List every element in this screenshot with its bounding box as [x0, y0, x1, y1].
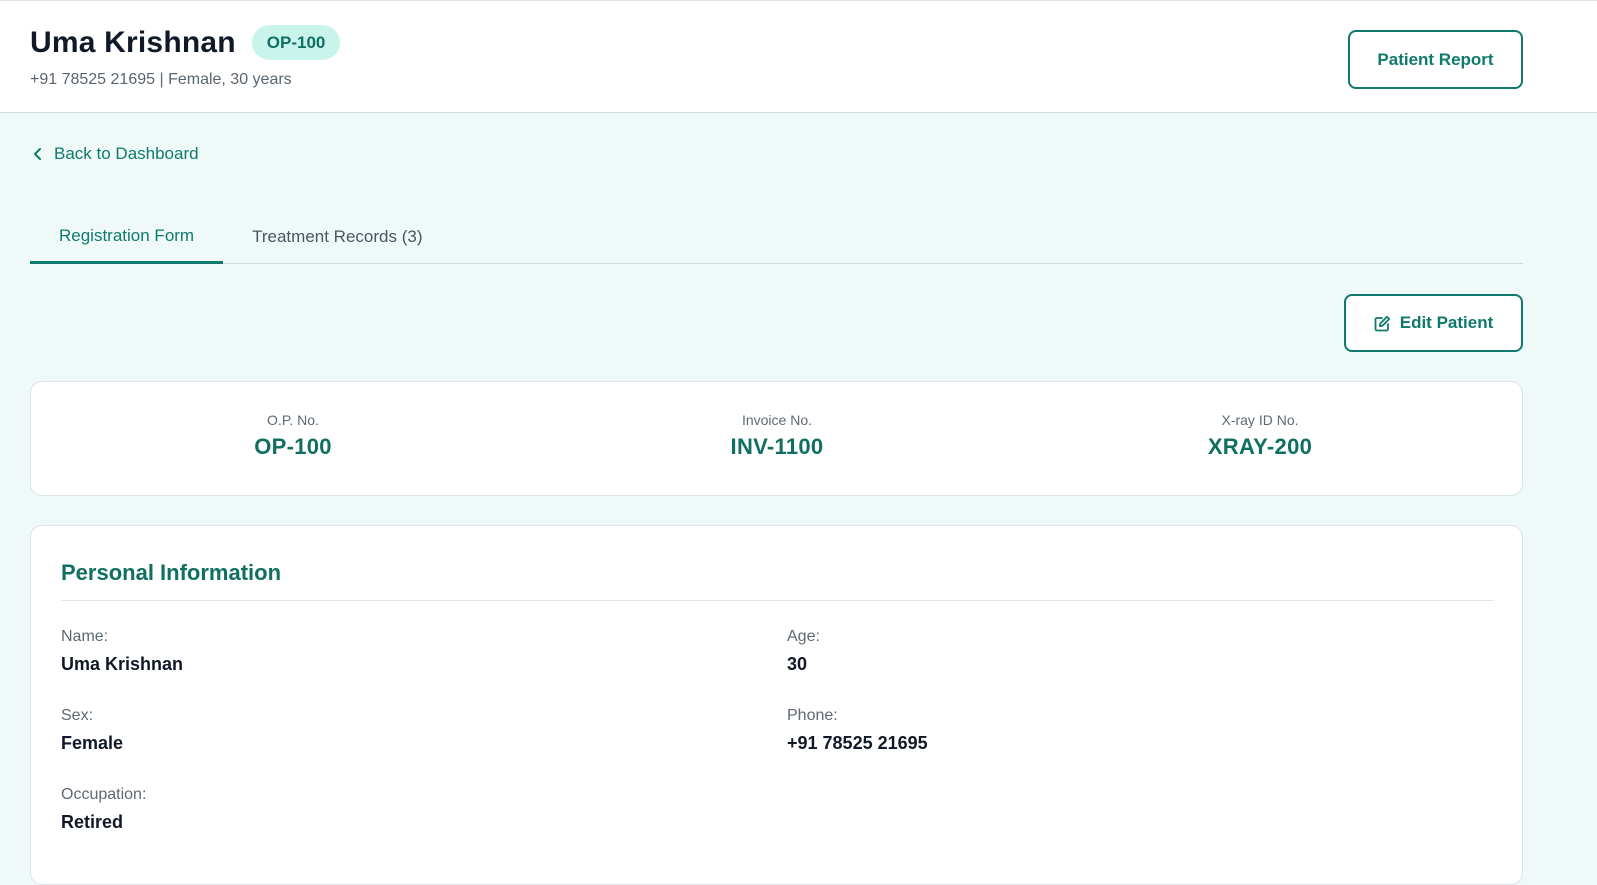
chevron-left-icon — [34, 148, 41, 160]
phone-label: Phone: — [787, 707, 838, 724]
tab-bar: Registration Form Treatment Records (3) — [30, 210, 1523, 264]
invoice-number-value: INV-1100 — [730, 434, 824, 459]
age-value: 30 — [787, 654, 808, 674]
occupation-field: Occupation: Retired — [61, 786, 146, 833]
op-number-label: O.P. No. — [267, 412, 319, 428]
name-value: Uma Krishnan — [61, 654, 184, 674]
patient-report-button[interactable]: Patient Report — [1348, 30, 1523, 89]
invoice-number-block: Invoice No. INV-1100 — [627, 412, 927, 460]
occupation-value: Retired — [61, 812, 124, 832]
section-title: Personal Information — [61, 560, 282, 585]
tab-registration-form[interactable]: Registration Form — [30, 210, 224, 264]
edit-patient-label: Edit Patient — [1399, 313, 1494, 332]
edit-icon — [1374, 315, 1390, 331]
personal-information-card: Personal Information Name: Uma Krishnan … — [30, 525, 1523, 885]
xray-id-label: X-ray ID No. — [1221, 412, 1299, 428]
sex-field: Sex: Female — [61, 707, 123, 754]
page-header: Uma Krishnan OP-100 +91 78525 21695 | Fe… — [0, 0, 1597, 113]
sex-value: Female — [61, 733, 124, 753]
name-label: Name: — [61, 628, 109, 645]
back-to-dashboard-link[interactable]: Back to Dashboard — [32, 144, 199, 164]
identifiers-card: O.P. No. OP-100 Invoice No. INV-1100 X-r… — [30, 381, 1523, 496]
patient-name: Uma Krishnan — [30, 25, 236, 59]
age-field: Age: 30 — [787, 628, 820, 675]
back-link-label: Back to Dashboard — [54, 144, 199, 163]
tab-treatment-records[interactable]: Treatment Records (3) — [223, 210, 451, 264]
phone-value: +91 78525 21695 — [787, 733, 928, 753]
occupation-label: Occupation: — [61, 786, 147, 803]
age-label: Age: — [787, 628, 820, 645]
op-number-value: OP-100 — [254, 434, 332, 459]
edit-patient-button[interactable]: Edit Patient — [1344, 294, 1523, 352]
patient-name-row: Uma Krishnan OP-100 — [30, 25, 341, 60]
op-number-badge: OP-100 — [251, 25, 341, 60]
xray-id-block: X-ray ID No. XRAY-200 — [1110, 412, 1410, 460]
patient-subtitle: +91 78525 21695 | Female, 30 years — [30, 71, 292, 88]
xray-id-value: XRAY-200 — [1207, 434, 1313, 459]
name-field: Name: Uma Krishnan — [61, 628, 183, 675]
invoice-number-label: Invoice No. — [741, 412, 813, 428]
op-number-block: O.P. No. OP-100 — [143, 412, 443, 460]
sex-label: Sex: — [61, 707, 94, 724]
section-divider — [61, 600, 1493, 601]
phone-field: Phone: +91 78525 21695 — [787, 707, 928, 754]
